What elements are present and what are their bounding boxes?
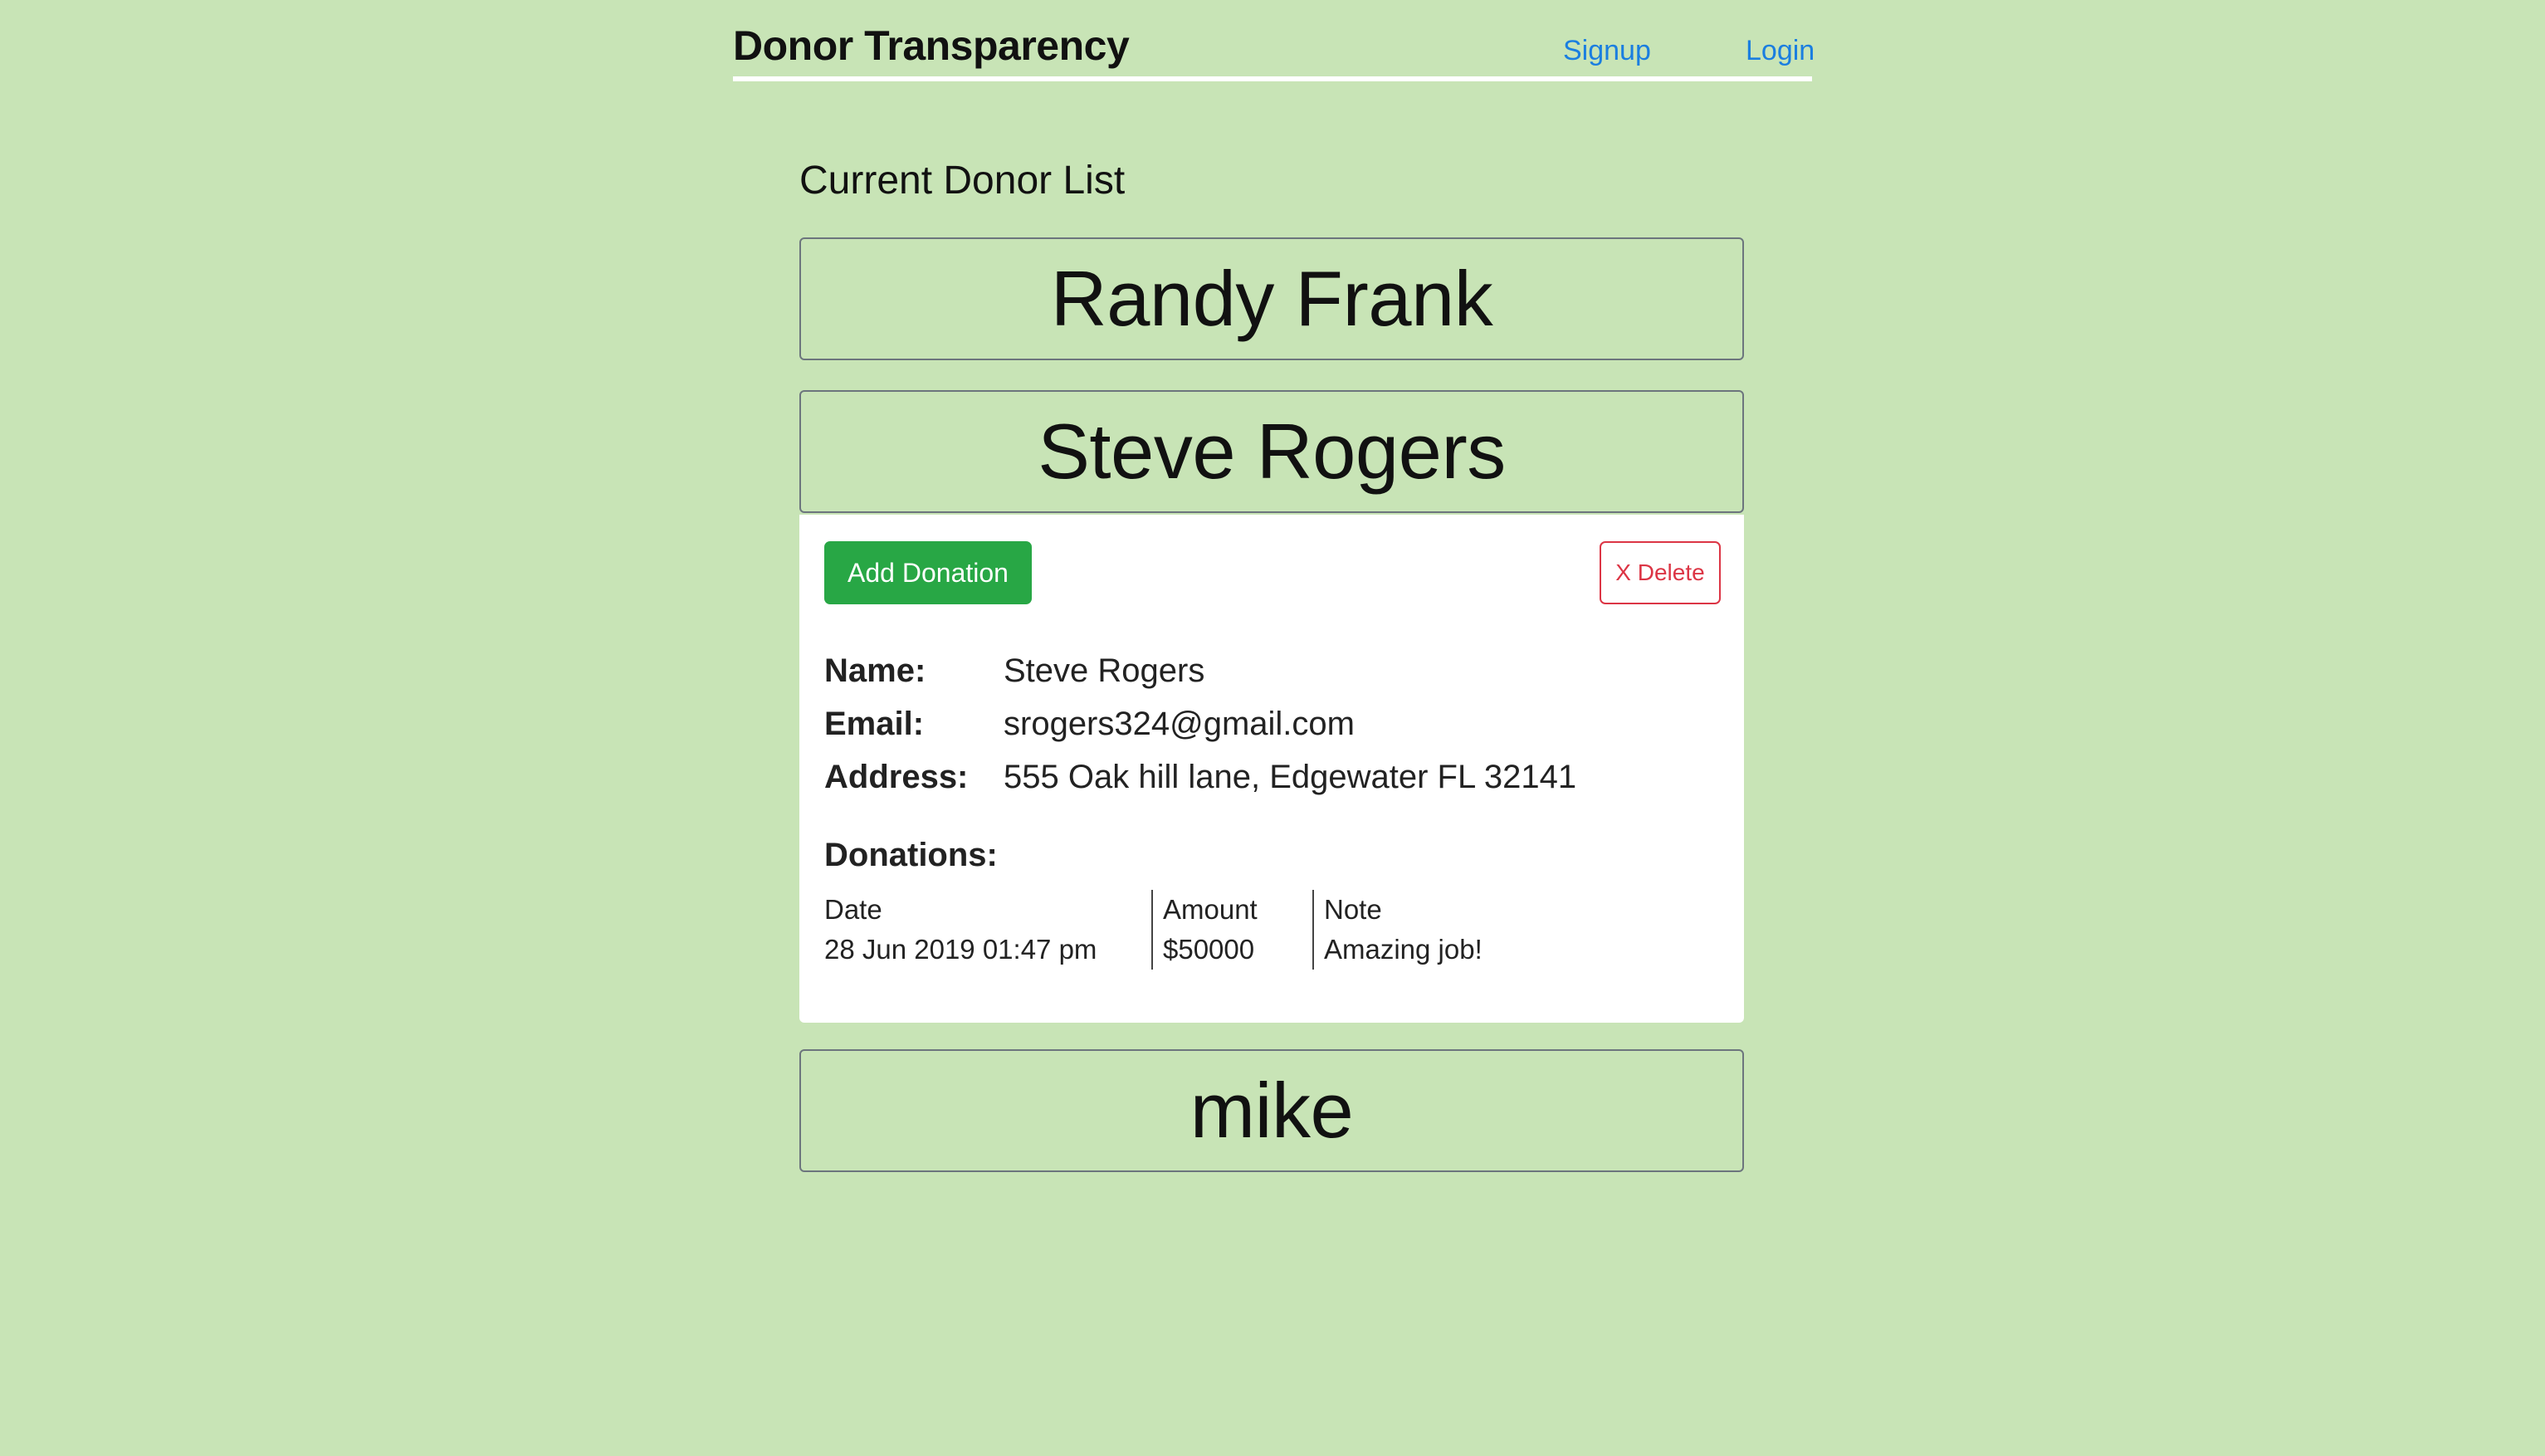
donor-card-randy-frank[interactable]: Randy Frank <box>799 237 1744 360</box>
amount-column-header: Amount <box>1163 894 1258 925</box>
note-column-header: Note <box>1324 894 1382 925</box>
donor-card-steve-rogers[interactable]: Steve Rogers <box>799 390 1744 513</box>
email-value: srogers324@gmail.com <box>1004 706 1355 742</box>
donation-date-cell: 28 Jun 2019 01:47 pm <box>824 934 1097 965</box>
donations-heading: Donations: <box>824 837 998 873</box>
donor-card-name: mike <box>1189 1067 1354 1154</box>
donor-card-mike[interactable]: mike <box>799 1049 1744 1172</box>
donations-note-column: Note Amazing job! <box>1312 890 1517 970</box>
email-label: Email: <box>824 706 925 742</box>
delete-donor-button[interactable]: X Delete <box>1600 541 1721 604</box>
brand-title[interactable]: Donor Transparency <box>733 22 1130 70</box>
donor-card-name: Steve Rogers <box>1038 408 1506 495</box>
donor-detail-panel: Add Donation X Delete Name: Steve Rogers… <box>799 515 1744 1023</box>
address-label: Address: <box>824 759 969 795</box>
donations-table: Date 28 Jun 2019 01:47 pm Amount $50000 … <box>824 890 1517 970</box>
donor-list-title: Current Donor List <box>799 159 1126 203</box>
donation-note-cell: Amazing job! <box>1324 934 1483 965</box>
donations-amount-column: Amount $50000 <box>1151 890 1312 970</box>
donor-address-row: Address: 555 Oak hill lane, Edgewater FL… <box>824 759 1576 796</box>
donor-card-name: Randy Frank <box>1050 255 1493 342</box>
add-donation-button[interactable]: Add Donation <box>824 541 1032 604</box>
date-column-header: Date <box>824 894 882 925</box>
donor-email-row: Email: srogers324@gmail.com <box>824 706 1355 743</box>
name-value: Steve Rogers <box>1004 652 1205 689</box>
signup-link[interactable]: Signup <box>1563 35 1651 67</box>
donor-name-row: Name: Steve Rogers <box>824 652 1204 690</box>
donation-amount-cell: $50000 <box>1163 934 1255 965</box>
login-link[interactable]: Login <box>1746 35 1815 67</box>
donations-date-column: Date 28 Jun 2019 01:47 pm <box>824 890 1151 970</box>
top-navbar: Donor Transparency Signup Login <box>733 17 1815 81</box>
address-value: 555 Oak hill lane, Edgewater FL 32141 <box>1004 759 1577 795</box>
name-label: Name: <box>824 652 926 689</box>
